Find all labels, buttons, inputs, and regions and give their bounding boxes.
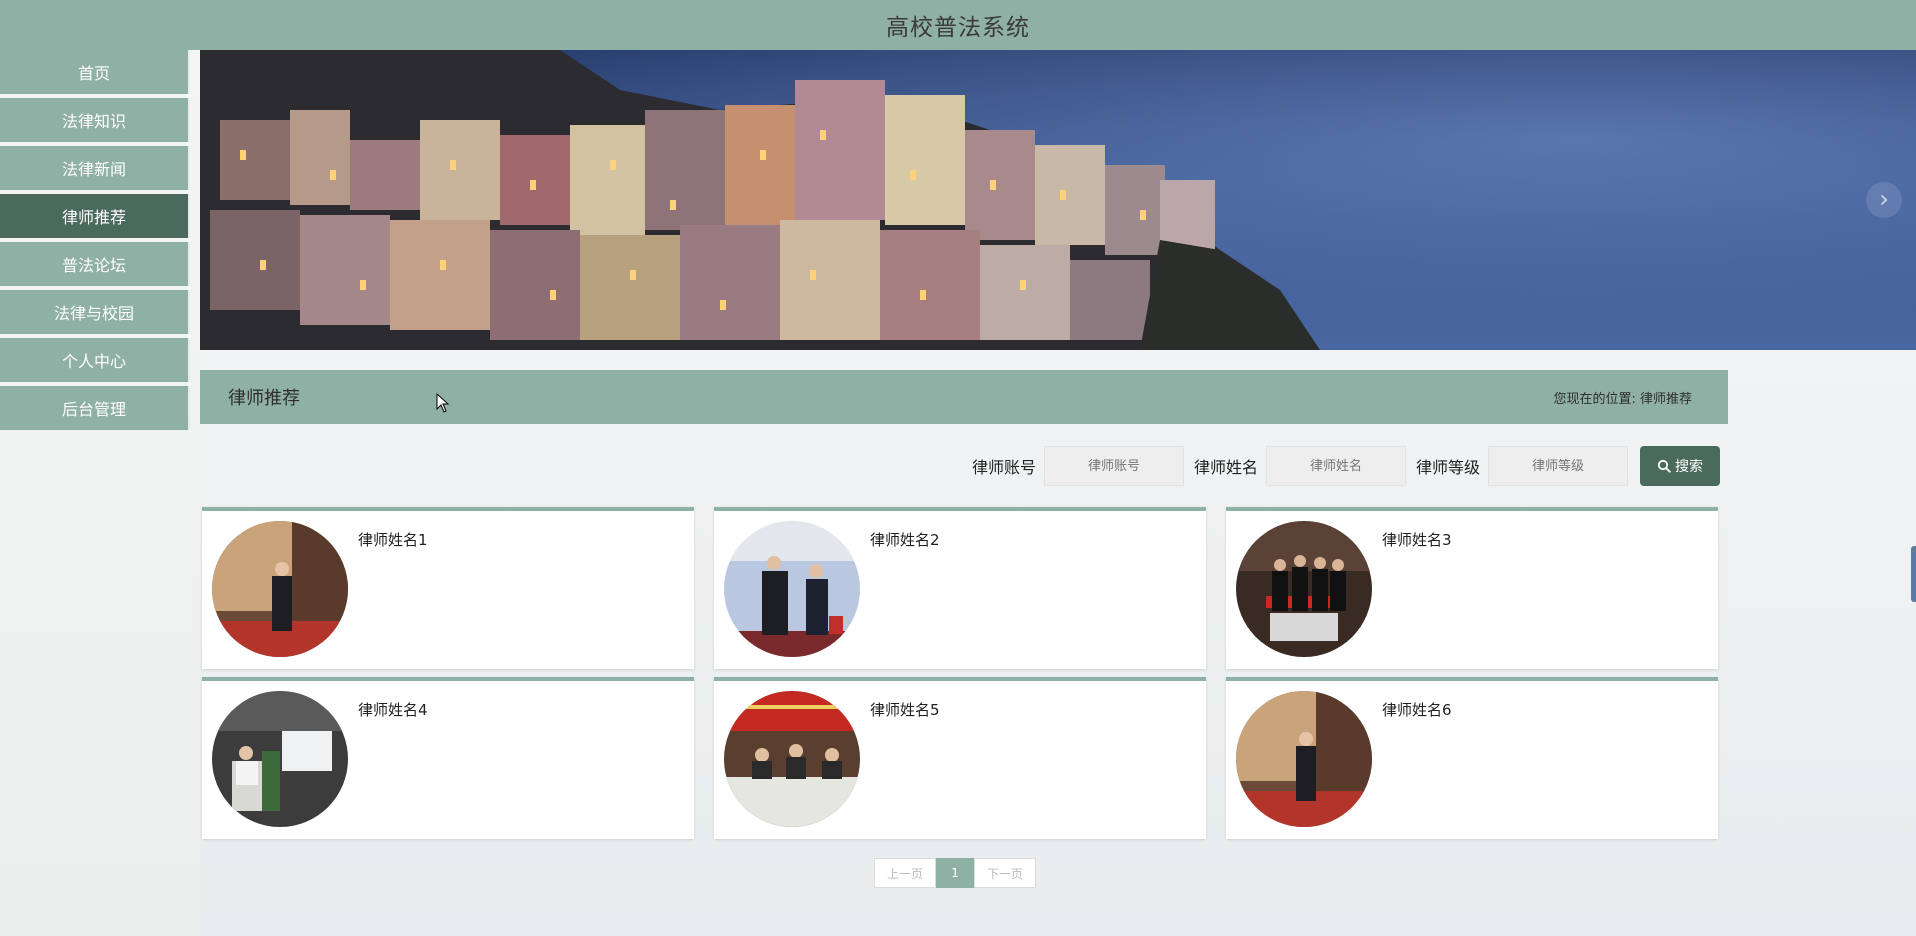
lawyer-name: 律师姓名2 <box>870 531 940 549</box>
top-bar: 高校普法系统 <box>0 0 1916 50</box>
lawyer-photo <box>212 691 348 827</box>
sidebar-item-home[interactable]: 首页 <box>0 50 190 94</box>
section-header: 律师推荐 您现在的位置: 律师推荐 <box>200 370 1728 424</box>
prev-page-button[interactable]: 上一页 <box>874 858 937 888</box>
breadcrumb-prefix: 您现在的位置: <box>1553 391 1636 407</box>
next-page-button[interactable]: 下一页 <box>974 858 1037 888</box>
lawyer-card[interactable]: 律师姓名2 <box>714 507 1206 669</box>
sidebar-item-label: 律师推荐 <box>61 208 126 227</box>
account-input[interactable] <box>1043 446 1184 486</box>
app-title: 高校普法系统 <box>886 15 1030 41</box>
sidebar-menu: 首页 法律知识 法律新闻 律师推荐 普法论坛 法律与校园 个人中心 后台管理 <box>0 50 200 430</box>
sidebar-item-forum[interactable]: 普法论坛 <box>0 242 190 286</box>
lawyer-photo <box>1236 521 1372 657</box>
chevron-right-icon: › <box>1879 185 1889 213</box>
search-icon <box>1657 459 1671 473</box>
lawyer-name: 律师姓名4 <box>358 701 428 719</box>
main-content: 律师推荐 您现在的位置: 律师推荐 律师账号 律师姓名 律师等级 搜索 <box>200 350 1916 936</box>
lawyer-card[interactable]: 律师姓名4 <box>202 677 694 839</box>
sidebar-item-label: 后台管理 <box>61 400 126 419</box>
name-label: 律师姓名 <box>1193 458 1258 477</box>
sidebar-item-legal-knowledge[interactable]: 法律知识 <box>0 98 190 142</box>
sidebar-item-label: 法律知识 <box>61 112 126 131</box>
lawyer-photo <box>1236 691 1372 827</box>
banner-carousel[interactable]: › <box>200 50 1916 350</box>
lawyer-name: 律师姓名3 <box>1382 531 1452 549</box>
sidebar-item-label: 个人中心 <box>61 352 126 371</box>
level-label: 律师等级 <box>1415 458 1480 477</box>
account-label: 律师账号 <box>971 458 1036 477</box>
sidebar-item-law-campus[interactable]: 法律与校园 <box>0 290 190 334</box>
lawyer-photo <box>724 691 860 827</box>
lawyer-card[interactable]: 律师姓名3 <box>1226 507 1718 669</box>
search-button[interactable]: 搜索 <box>1640 446 1720 486</box>
banner-next-button[interactable]: › <box>1866 182 1902 218</box>
lawyer-name: 律师姓名5 <box>870 701 940 719</box>
search-button-label: 搜索 <box>1675 458 1703 474</box>
search-bar: 律师账号 律师姓名 律师等级 搜索 <box>200 446 1720 486</box>
section-title: 律师推荐 <box>228 388 300 409</box>
lawyer-photo <box>212 521 348 657</box>
sidebar: 首页 法律知识 法律新闻 律师推荐 普法论坛 法律与校园 个人中心 后台管理 <box>0 50 200 936</box>
sidebar-item-label: 法律与校园 <box>53 304 134 323</box>
sidebar-item-lawyer-recommend[interactable]: 律师推荐 <box>0 194 190 238</box>
banner-image <box>200 50 1320 350</box>
breadcrumb-current: 律师推荐 <box>1639 391 1692 407</box>
pagination: 上一页 1 下一页 <box>874 858 1037 888</box>
sidebar-item-label: 首页 <box>77 64 110 83</box>
breadcrumb: 您现在的位置: 律师推荐 <box>1553 388 1692 407</box>
side-float-tab[interactable] <box>1911 546 1916 602</box>
sidebar-item-label: 法律新闻 <box>61 160 126 179</box>
sidebar-item-admin[interactable]: 后台管理 <box>0 386 190 430</box>
lawyer-card[interactable]: 律师姓名6 <box>1226 677 1718 839</box>
lawyer-photo <box>724 521 860 657</box>
lawyer-card[interactable]: 律师姓名5 <box>714 677 1206 839</box>
page-number-current[interactable]: 1 <box>936 858 975 888</box>
sidebar-item-label: 普法论坛 <box>61 256 126 275</box>
level-input[interactable] <box>1488 446 1628 486</box>
name-input[interactable] <box>1265 446 1406 486</box>
sidebar-item-legal-news[interactable]: 法律新闻 <box>0 146 190 190</box>
lawyer-name: 律师姓名6 <box>1382 701 1452 719</box>
sidebar-item-personal-center[interactable]: 个人中心 <box>0 338 190 382</box>
mouse-cursor-icon <box>436 393 450 413</box>
lawyer-name: 律师姓名1 <box>358 531 428 549</box>
lawyer-card[interactable]: 律师姓名1 <box>202 507 694 669</box>
